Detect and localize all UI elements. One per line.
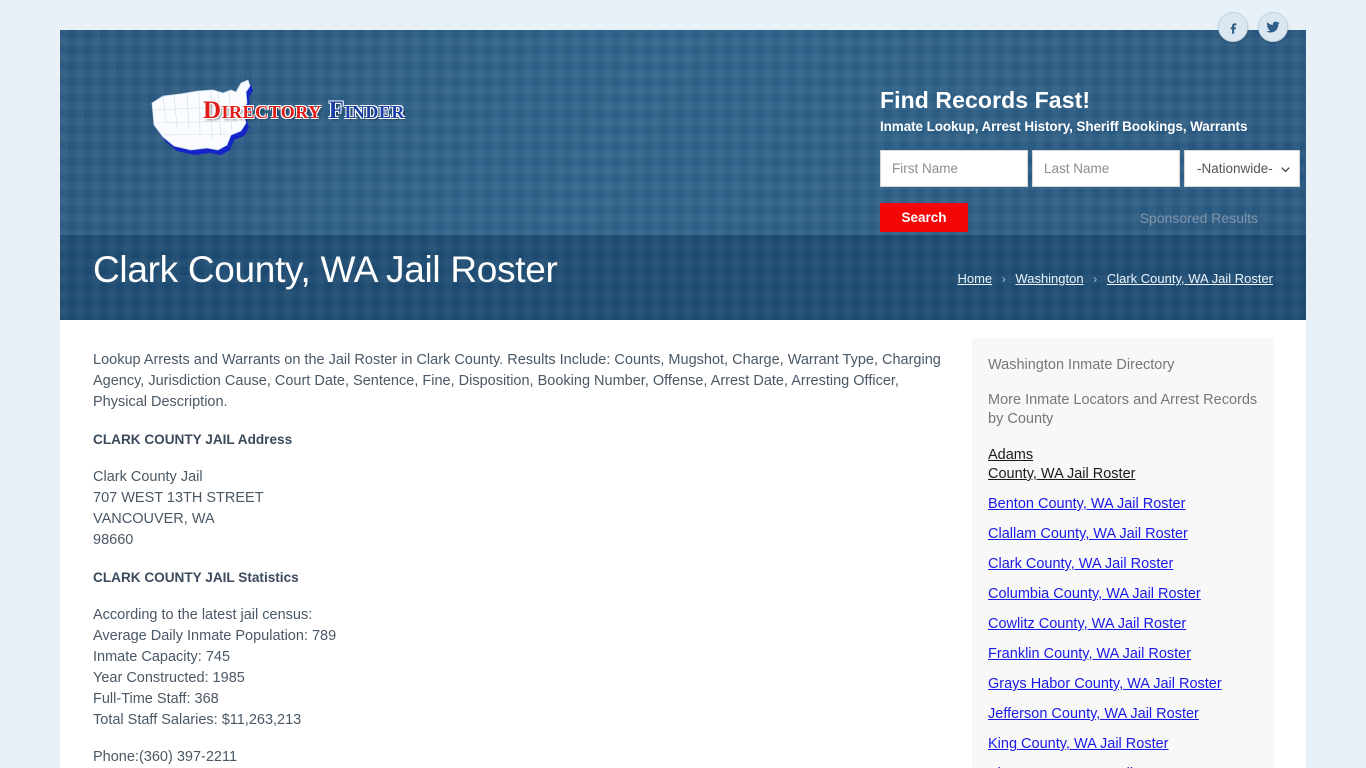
stats-heading: CLARK COUNTY JAIL Statistics bbox=[93, 567, 948, 589]
site-header: Directory Finder Find Records Fast! Inmat… bbox=[60, 30, 1306, 235]
page-root: Directory Finder Find Records Fast! Inmat… bbox=[0, 0, 1366, 768]
breadcrumb-separator-2: › bbox=[1093, 272, 1098, 286]
sidebar-county-link[interactable]: Cowlitz County, WA Jail Roster bbox=[988, 615, 1258, 634]
sidebar-link-list: Adams County, WA Jail Roster Benton County… bbox=[988, 446, 1258, 768]
stats-line: Full-Time Staff: 368 bbox=[93, 691, 219, 707]
header-headline: Find Records Fast! bbox=[880, 87, 1091, 113]
page-title: Clark County, WA Jail Roster bbox=[93, 249, 558, 290]
search-action-row: Search Sponsored Results bbox=[880, 203, 1306, 233]
state-select[interactable]: -Nationwide- bbox=[1184, 150, 1300, 188]
site-logo[interactable]: Directory Finder bbox=[143, 70, 443, 162]
sidebar-county-link[interactable]: King County, WA Jail Roster bbox=[988, 735, 1258, 754]
sidebar-county-link[interactable]: Adams County, WA Jail Roster bbox=[988, 446, 1258, 484]
sidebar-subheading: More Inmate Locators and Arrest Records … bbox=[988, 392, 1258, 427]
address-line: 707 WEST 13TH STREET bbox=[93, 490, 264, 506]
page-title-band: Clark County, WA Jail Roster Home › Wash… bbox=[60, 235, 1306, 320]
sidebar-heading: Washington Inmate Directory bbox=[988, 357, 1175, 373]
sponsored-results-label: Sponsored Results bbox=[1139, 209, 1258, 226]
sidebar-county-link[interactable]: Jefferson County, WA Jail Roster bbox=[988, 705, 1258, 724]
chevron-down-icon bbox=[1281, 167, 1290, 173]
address-line: Clark County Jail bbox=[93, 469, 203, 485]
sidebar-county-link[interactable]: Clark County, WA Jail Roster bbox=[988, 555, 1258, 574]
address-heading-text: CLARK COUNTY JAIL Address bbox=[93, 432, 293, 447]
breadcrumb-home[interactable]: Home bbox=[957, 271, 992, 286]
sidebar: Washington Inmate Directory More Inmate … bbox=[972, 338, 1274, 768]
address-heading: CLARK COUNTY JAIL Address bbox=[93, 429, 948, 451]
address-line: 98660 bbox=[93, 532, 134, 548]
stats-line: Inmate Capacity: 745 bbox=[93, 649, 231, 665]
header-search-panel: Find Records Fast! Inmate Lookup, Arrest… bbox=[880, 87, 1300, 233]
sidebar-county-link[interactable]: Columbia County, WA Jail Roster bbox=[988, 585, 1258, 604]
header-subheadline: Inmate Lookup, Arrest History, Sheriff B… bbox=[880, 119, 1248, 135]
breadcrumb-current[interactable]: Clark County, WA Jail Roster bbox=[1107, 271, 1273, 286]
breadcrumb: Home › Washington › Clark County, WA Jai… bbox=[957, 271, 1273, 286]
stats-line: Total Staff Salaries: $11,263,213 bbox=[93, 712, 302, 728]
stats-line: According to the latest jail census: bbox=[93, 607, 313, 623]
search-fields-row: -Nationwide- bbox=[880, 150, 1300, 188]
address-block: Clark County Jail 707 WEST 13TH STREET V… bbox=[93, 467, 948, 551]
intro-paragraph: Lookup Arrests and Warrants on the Jail … bbox=[93, 352, 941, 410]
sidebar-county-link[interactable]: Grays Habor County, WA Jail Roster bbox=[988, 675, 1258, 694]
breadcrumb-state[interactable]: Washington bbox=[1015, 271, 1083, 286]
sidebar-county-link[interactable]: Benton County, WA Jail Roster bbox=[988, 495, 1258, 514]
sidebar-county-link[interactable]: Franklin County, WA Jail Roster bbox=[988, 645, 1258, 664]
search-button[interactable]: Search bbox=[880, 203, 968, 233]
stats-block: According to the latest jail census: Ave… bbox=[93, 605, 948, 731]
social-links bbox=[1218, 12, 1288, 42]
twitter-icon[interactable] bbox=[1258, 12, 1288, 42]
stats-heading-text: CLARK COUNTY JAIL Statistics bbox=[93, 570, 299, 585]
page-body: Lookup Arrests and Warrants on the Jail … bbox=[60, 320, 1306, 768]
logo-wordmark: Directory Finder bbox=[203, 97, 405, 125]
logo-text-directory: Directory bbox=[203, 97, 322, 124]
address-line: VANCOUVER, WA bbox=[93, 511, 215, 527]
stats-line: Average Daily Inmate Population: 789 bbox=[93, 628, 337, 644]
stats-line: Year Constructed: 1985 bbox=[93, 670, 245, 686]
logo-text-finder: Finder bbox=[328, 97, 405, 124]
state-select-value: -Nationwide- bbox=[1197, 161, 1273, 177]
facebook-icon[interactable] bbox=[1218, 12, 1248, 42]
phone-line: Phone:(360) 397-2211 bbox=[93, 749, 238, 765]
breadcrumb-separator-1: › bbox=[1001, 272, 1006, 286]
last-name-input[interactable] bbox=[1032, 150, 1180, 188]
sidebar-county-link[interactable]: Clallam County, WA Jail Roster bbox=[988, 525, 1258, 544]
site-container: Directory Finder Find Records Fast! Inmat… bbox=[60, 30, 1306, 768]
main-content: Lookup Arrests and Warrants on the Jail … bbox=[93, 350, 948, 768]
first-name-input[interactable] bbox=[880, 150, 1028, 188]
